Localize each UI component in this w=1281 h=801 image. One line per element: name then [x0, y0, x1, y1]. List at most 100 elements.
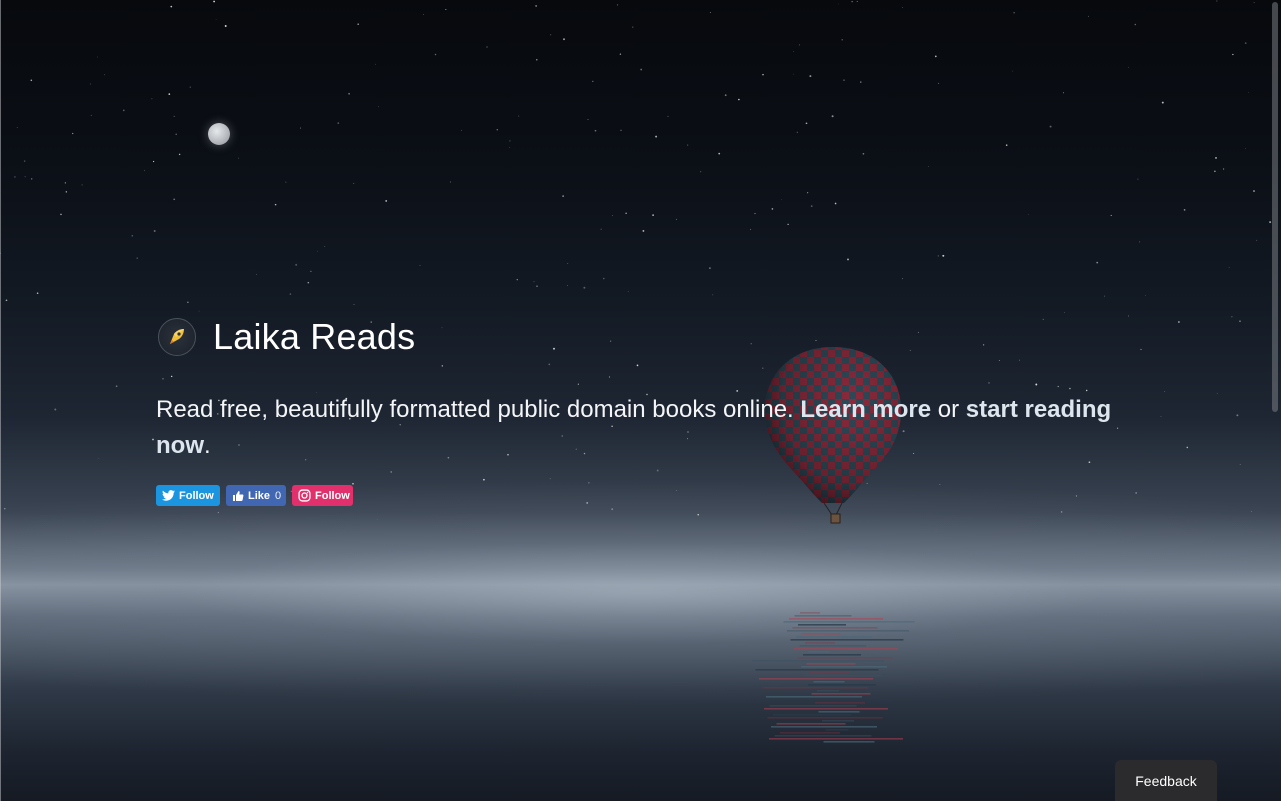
- star: [285, 181, 287, 183]
- star: [97, 56, 99, 58]
- star: [583, 286, 586, 289]
- reflection-streak: [752, 660, 884, 662]
- star: [1216, 0, 1218, 2]
- star: [655, 135, 658, 138]
- star: [131, 234, 134, 237]
- star: [299, 127, 302, 129]
- star: [434, 53, 437, 56]
- star: [170, 5, 173, 8]
- star: [762, 73, 764, 76]
- star: [697, 514, 699, 516]
- star: [54, 408, 57, 411]
- star: [636, 364, 639, 367]
- rocket-dog-icon[interactable]: [158, 318, 196, 356]
- star: [441, 327, 443, 329]
- star: [178, 153, 181, 156]
- star: [307, 281, 310, 284]
- star: [998, 359, 1000, 361]
- reflection-streak: [755, 669, 879, 671]
- star: [60, 213, 62, 216]
- star: [700, 171, 702, 173]
- twitter-follow-label: Follow: [179, 489, 214, 502]
- star: [536, 285, 538, 287]
- star: [136, 257, 138, 259]
- star: [798, 44, 800, 46]
- star: [796, 131, 798, 133]
- star: [30, 79, 33, 82]
- star: [1214, 170, 1216, 173]
- scrollbar[interactable]: [1272, 2, 1278, 412]
- star: [1042, 318, 1044, 321]
- balloon-reflection: [752, 612, 915, 743]
- instagram-follow-button[interactable]: Follow: [292, 485, 353, 506]
- social-buttons: Follow Like 0 Follow: [156, 485, 353, 506]
- reflection-streak: [776, 723, 846, 725]
- reflection-streak: [803, 654, 861, 656]
- star: [750, 229, 751, 230]
- star: [1019, 359, 1021, 361]
- star: [1005, 144, 1008, 146]
- site-title[interactable]: Laika Reads: [213, 316, 415, 358]
- star: [934, 55, 937, 58]
- tagline: Read free, beautifully formatted public …: [156, 392, 1136, 464]
- star: [600, 228, 602, 230]
- star: [676, 490, 677, 491]
- star: [1253, 2, 1255, 4]
- star: [72, 132, 74, 135]
- star: [563, 38, 565, 41]
- star: [1160, 416, 1162, 417]
- star: [620, 129, 622, 131]
- star: [676, 218, 677, 220]
- star: [718, 152, 721, 155]
- star: [461, 129, 462, 131]
- star: [24, 176, 26, 178]
- star: [1164, 391, 1166, 393]
- reflection-streak: [806, 663, 856, 665]
- star: [805, 122, 808, 125]
- star: [1049, 125, 1052, 128]
- star: [1104, 295, 1106, 297]
- reflection-streak: [787, 630, 909, 632]
- star: [603, 277, 605, 280]
- reflection-streak: [800, 612, 820, 614]
- star: [1063, 312, 1065, 313]
- reflection-streak: [773, 714, 851, 716]
- reflection-streak: [760, 699, 894, 701]
- star: [1216, 392, 1218, 394]
- star: [587, 119, 589, 121]
- star: [5, 299, 8, 302]
- star: [1245, 148, 1246, 149]
- twitter-bird-icon: [162, 490, 175, 501]
- star: [189, 86, 191, 88]
- star: [274, 203, 277, 206]
- star: [709, 11, 711, 14]
- reflection-streak: [771, 726, 877, 728]
- star: [902, 278, 903, 280]
- twitter-follow-button[interactable]: Follow: [156, 485, 220, 506]
- star: [619, 53, 622, 55]
- feedback-button[interactable]: Feedback: [1115, 760, 1217, 801]
- star: [809, 75, 812, 78]
- reflection-streak: [769, 705, 857, 707]
- learn-more-link[interactable]: Learn more: [800, 396, 931, 423]
- star: [851, 0, 853, 3]
- facebook-like-button[interactable]: Like 0: [226, 485, 286, 506]
- star: [374, 63, 376, 65]
- reflection-streak: [797, 657, 893, 659]
- star: [1228, 267, 1230, 268]
- star: [627, 291, 629, 292]
- star: [549, 478, 551, 480]
- star: [652, 214, 654, 216]
- star: [215, 19, 217, 20]
- star: [1145, 295, 1146, 296]
- reflection-streak: [813, 681, 845, 683]
- star: [509, 147, 510, 148]
- reflection-streak: [801, 633, 841, 635]
- star: [982, 344, 985, 346]
- star: [255, 273, 257, 275]
- star: [16, 127, 18, 128]
- star: [1075, 495, 1077, 497]
- star: [81, 184, 83, 186]
- facebook-like-label: Like: [248, 489, 271, 502]
- star: [928, 166, 929, 167]
